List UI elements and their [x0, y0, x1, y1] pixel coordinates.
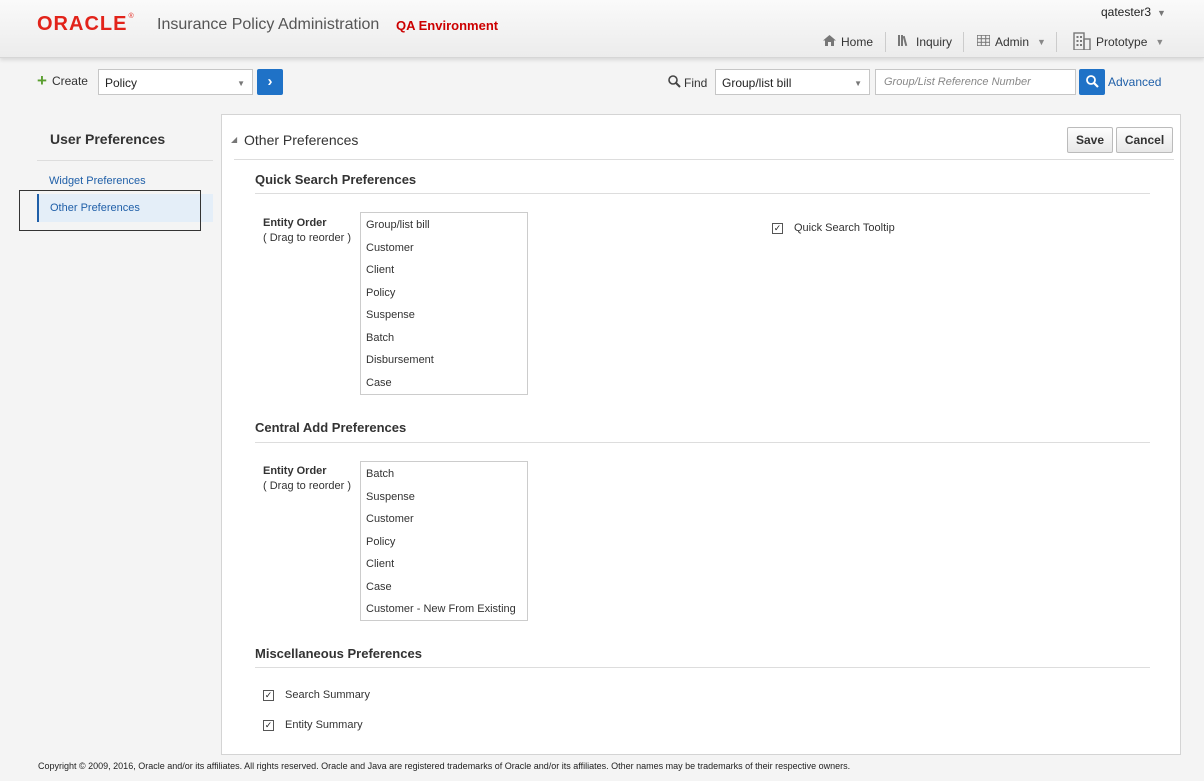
list-item[interactable]: Policy	[361, 283, 527, 306]
nav-admin[interactable]: Admin ▼	[976, 30, 1046, 54]
advanced-search-link[interactable]: Advanced	[1108, 75, 1161, 89]
checkbox-checked-icon[interactable]: ✓	[263, 719, 274, 731]
list-item[interactable]: Client	[361, 554, 527, 577]
environment-label: QA Environment	[396, 18, 499, 33]
user-menu[interactable]: qatester3 ▼	[1101, 5, 1166, 19]
list-item[interactable]: Case	[361, 373, 527, 396]
quick-search-entity-list[interactable]: Group/list bill Customer Client Policy S…	[360, 212, 528, 395]
section-divider	[255, 193, 1150, 194]
list-item[interactable]: Suspense	[361, 305, 527, 328]
central-add-entity-label: Entity Order ( Drag to reorder )	[263, 465, 352, 492]
list-item[interactable]: Batch	[361, 464, 527, 487]
nav-inquiry-label: Inquiry	[916, 35, 953, 49]
nav-prototype[interactable]: Prototype ▼	[1073, 30, 1164, 54]
quick-search-tooltip-label: Quick Search Tooltip	[794, 222, 895, 234]
entity-summary-label: Entity Summary	[285, 719, 363, 731]
list-item[interactable]: Group/list bill	[361, 215, 527, 238]
section-divider	[255, 667, 1150, 668]
create-select-value: Policy	[105, 76, 138, 90]
misc-section-title: Miscellaneous Preferences	[255, 646, 422, 661]
search-summary-label: Search Summary	[285, 689, 370, 701]
list-item[interactable]: Disbursement	[361, 350, 527, 373]
books-icon	[898, 35, 911, 49]
home-icon	[823, 35, 836, 49]
create-go-button[interactable]: ›	[257, 69, 283, 95]
nav-divider	[885, 32, 886, 52]
app-title: Insurance Policy Administration	[157, 16, 380, 33]
app-header: ORACLE® Insurance Policy Administration …	[0, 0, 1204, 58]
list-item[interactable]: Customer - New From Existing	[361, 599, 527, 622]
nav-divider	[1056, 32, 1057, 52]
chevron-down-icon: ▼	[1157, 8, 1166, 18]
central-add-entity-list[interactable]: Batch Suspense Customer Policy Client Ca…	[360, 461, 528, 621]
nav-divider	[963, 32, 964, 52]
checkbox-checked-icon[interactable]: ✓	[263, 689, 274, 701]
panel-title[interactable]: ◢ Other Preferences	[231, 132, 358, 148]
search-button[interactable]	[1079, 69, 1105, 95]
nav-admin-label: Admin	[995, 35, 1030, 49]
create-label: + Create	[37, 71, 88, 90]
sidebar-title: User Preferences	[50, 131, 166, 147]
central-add-section-title: Central Add Preferences	[255, 420, 407, 435]
grid-icon	[976, 34, 991, 49]
panel-divider	[234, 159, 1174, 160]
focus-outline	[19, 190, 201, 231]
list-item[interactable]: Customer	[361, 509, 527, 532]
list-item[interactable]: Suspense	[361, 487, 527, 510]
preferences-panel: ◢ Other Preferences Save Cancel Quick Se…	[221, 114, 1181, 755]
nav-home-label: Home	[841, 35, 874, 49]
search-icon	[1085, 75, 1099, 91]
section-divider	[255, 442, 1150, 443]
chevron-right-icon: ›	[267, 73, 273, 90]
find-select-value: Group/list bill	[722, 76, 792, 90]
chevron-down-icon: ▼	[237, 79, 245, 88]
list-item[interactable]: Customer	[361, 238, 527, 261]
collapse-triangle-icon[interactable]: ◢	[231, 135, 237, 144]
list-item[interactable]: Case	[361, 577, 527, 600]
checkbox-checked-icon[interactable]: ✓	[772, 222, 783, 234]
search-summary-checkbox[interactable]: ✓ Search Summary	[263, 689, 370, 701]
quick-search-section-title: Quick Search Preferences	[255, 172, 417, 187]
cancel-button[interactable]: Cancel	[1116, 127, 1173, 153]
save-button[interactable]: Save	[1067, 127, 1113, 153]
list-item[interactable]: Client	[361, 260, 527, 283]
entity-summary-checkbox[interactable]: ✓ Entity Summary	[263, 719, 363, 731]
search-icon	[668, 75, 681, 91]
list-item[interactable]: Policy	[361, 532, 527, 555]
nav-home[interactable]: Home	[823, 30, 873, 54]
chevron-down-icon: ▼	[1155, 37, 1165, 47]
oracle-logo: ORACLE®	[37, 13, 135, 35]
user-name: qatester3	[1101, 5, 1152, 19]
plus-icon: +	[37, 71, 47, 90]
chevron-down-icon: ▼	[854, 79, 862, 88]
list-item[interactable]: Batch	[361, 328, 527, 351]
copyright-footer: Copyright © 2009, 2016, Oracle and/or it…	[38, 761, 851, 771]
reference-number-input[interactable]	[875, 69, 1076, 95]
quick-search-entity-label: Entity Order ( Drag to reorder )	[263, 217, 352, 244]
find-entity-select[interactable]: Group/list bill ▼	[715, 69, 870, 95]
create-entity-select[interactable]: Policy ▼	[98, 69, 253, 95]
nav-inquiry[interactable]: Inquiry	[898, 30, 952, 54]
quick-search-tooltip-checkbox[interactable]: ✓ Quick Search Tooltip	[772, 222, 895, 234]
find-label: Find	[668, 75, 707, 91]
building-icon	[1073, 31, 1091, 53]
nav-prototype-label: Prototype	[1096, 35, 1148, 49]
sidebar-divider	[37, 160, 213, 161]
chevron-down-icon: ▼	[1037, 37, 1046, 47]
